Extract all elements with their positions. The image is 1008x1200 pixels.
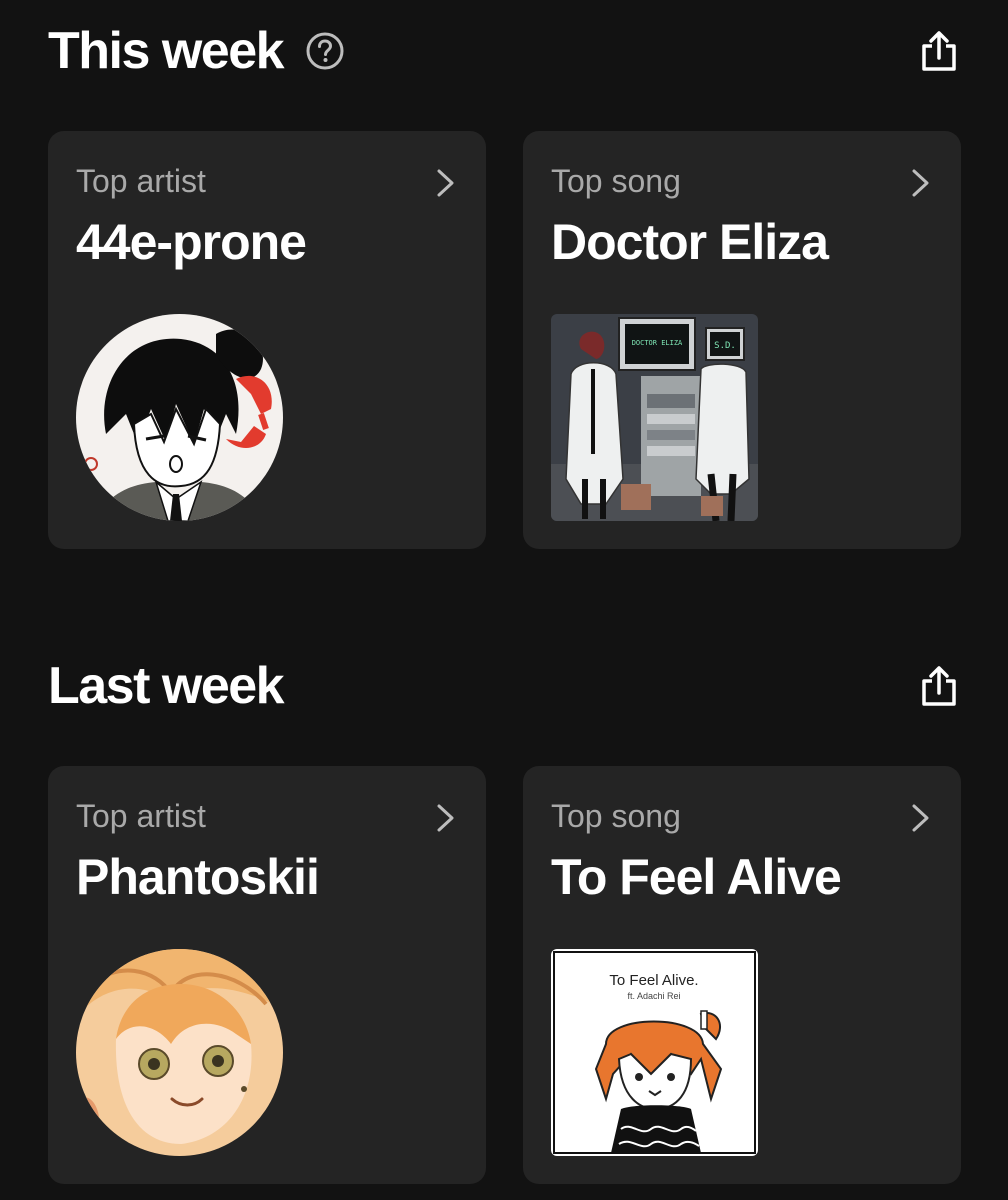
last-week-top-artist-card[interactable]: Top artist Phantoskii <box>48 766 486 1184</box>
card-label: Top artist <box>76 163 206 199</box>
album-cover: DOCTOR ELIZA S.D. <box>551 314 758 521</box>
this-week-title: This week <box>48 22 285 80</box>
this-week-header: This week <box>48 16 960 86</box>
last-week-header: Last week <box>48 651 960 721</box>
cover-title: To Feel Alive. <box>609 972 698 989</box>
chevron-right-icon <box>909 167 933 199</box>
last-week-top-song-card[interactable]: Top song To Feel Alive To Feel Alive. ft… <box>523 766 961 1184</box>
card-label: Top song <box>551 163 681 199</box>
last-week-section: Last week Top artist Phantoskii Top song… <box>0 651 1008 1191</box>
share-icon[interactable] <box>918 28 960 74</box>
chevron-right-icon <box>434 167 458 199</box>
artist-avatar <box>76 314 283 521</box>
this-week-top-song-card[interactable]: Top song Doctor Eliza DOCTOR ELIZA S.D. <box>523 131 961 549</box>
card-label: Top song <box>551 798 681 834</box>
chevron-right-icon <box>909 802 933 834</box>
song-name: To Feel Alive <box>551 849 842 905</box>
this-week-top-artist-card[interactable]: Top artist 44e-prone <box>48 131 486 549</box>
cover-text-sd: S.D. <box>714 341 736 351</box>
last-week-title: Last week <box>48 657 285 715</box>
card-label: Top artist <box>76 798 206 834</box>
album-cover: To Feel Alive. ft. Adachi Rei <box>551 949 758 1156</box>
artist-avatar <box>76 949 283 1156</box>
artist-name: 44e-prone <box>76 214 307 270</box>
chevron-right-icon <box>434 802 458 834</box>
this-week-section: This week Top artist 44e-prone Top song … <box>0 16 1008 556</box>
artist-name: Phantoskii <box>76 849 320 905</box>
help-circle-icon[interactable] <box>305 31 345 71</box>
cover-text-doctor-eliza: DOCTOR ELIZA <box>632 339 683 347</box>
share-icon[interactable] <box>918 663 960 709</box>
cover-subtitle: ft. Adachi Rei <box>627 991 680 1001</box>
song-name: Doctor Eliza <box>551 214 829 270</box>
